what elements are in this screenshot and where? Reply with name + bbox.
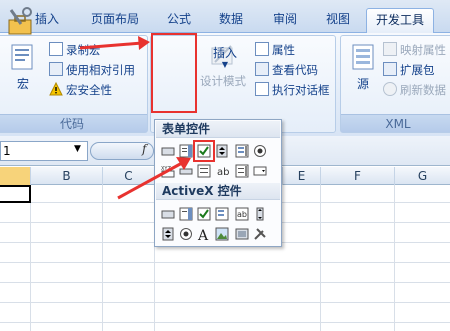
tab-review[interactable]: 审阅 xyxy=(262,8,308,33)
col-line xyxy=(320,185,321,331)
column-header-g[interactable]: G xyxy=(394,167,450,185)
col-line xyxy=(30,185,31,331)
activex-spin-icon[interactable] xyxy=(161,227,175,241)
row-line xyxy=(0,282,450,283)
activex-label-icon[interactable]: A xyxy=(197,227,211,241)
active-cell[interactable] xyxy=(0,185,31,203)
xml-source-label: 源 xyxy=(356,77,369,91)
fx-icon[interactable]: f xyxy=(142,142,146,156)
svg-text:A: A xyxy=(197,228,209,241)
row-line xyxy=(0,322,450,323)
activex-image-icon[interactable] xyxy=(215,227,229,241)
tab-view[interactable]: 视图 xyxy=(316,8,360,33)
activex-controls-header: ActiveX 控件 xyxy=(156,183,280,200)
toolbox-icon xyxy=(8,7,32,35)
run-dialog-button[interactable]: 执行对话框 xyxy=(255,80,330,100)
col-line xyxy=(394,185,395,331)
activex-toggle-icon[interactable] xyxy=(235,227,249,241)
svg-text:ab: ab xyxy=(237,210,247,219)
run-dialog-label: 执行对话框 xyxy=(272,83,330,97)
checkbox-highlight-box xyxy=(193,140,215,162)
group-box-icon[interactable]: XYZ xyxy=(161,164,175,178)
insert-control-label: 插入 xyxy=(212,46,237,60)
tab-developer[interactable]: 开发工具 xyxy=(366,8,434,33)
refresh-icon xyxy=(383,82,397,96)
row-line xyxy=(0,262,450,263)
tab-page-layout[interactable]: 页面布局 xyxy=(80,8,150,33)
refresh-data-label: 刷新数据 xyxy=(400,83,446,97)
ribbon-tab-bar: 插入 页面布局 公式 数据 审阅 视图 开发工具 xyxy=(0,0,450,33)
macro-security-label: 宏安全性 xyxy=(66,83,112,97)
form-controls-header: 表单控件 xyxy=(156,121,280,138)
macro-security-button[interactable]: 宏安全性 xyxy=(49,80,112,100)
chevron-down-icon: ▼ xyxy=(221,60,229,69)
svg-text:ab: ab xyxy=(217,167,229,178)
column-header-a[interactable] xyxy=(0,167,30,185)
col-line xyxy=(102,185,103,331)
column-header-c[interactable]: C xyxy=(102,167,154,185)
activex-scrollbar-icon[interactable] xyxy=(253,207,267,221)
code-group-label: 代码 xyxy=(0,114,147,132)
activex-option-icon[interactable] xyxy=(179,227,193,241)
button-icon[interactable] xyxy=(161,144,175,158)
column-header-e[interactable]: E xyxy=(282,167,320,185)
spin-button-icon[interactable] xyxy=(215,144,229,158)
combo-box-icon[interactable] xyxy=(179,144,193,158)
warning-icon xyxy=(49,81,63,96)
more-controls-icon[interactable] xyxy=(253,227,267,241)
label-icon[interactable]: ab xyxy=(217,164,231,178)
activex-textbox-icon[interactable]: ab xyxy=(235,207,249,221)
design-mode-label: 设计模式 xyxy=(200,74,246,88)
activex-combo-icon[interactable] xyxy=(179,207,193,221)
command-button-icon[interactable] xyxy=(161,207,175,221)
list-box-icon[interactable] xyxy=(235,144,249,158)
tab-formulas[interactable]: 公式 xyxy=(156,8,202,33)
activex-checkbox-icon[interactable] xyxy=(197,207,211,221)
refresh-data-button[interactable]: 刷新数据 xyxy=(383,80,446,100)
insert-controls-dropdown: 表单控件 XYZ ab ActiveX 控件 ab A xyxy=(154,119,282,247)
tab-data[interactable]: 数据 xyxy=(208,8,254,33)
activex-listbox-icon[interactable] xyxy=(215,207,229,221)
xml-group-label: XML xyxy=(341,114,450,132)
text-field-icon[interactable] xyxy=(197,164,211,178)
insert-highlight-box xyxy=(151,33,197,113)
column-header-f[interactable]: F xyxy=(320,167,394,185)
insert-control-button[interactable]: 插入 ▼ xyxy=(0,0,237,74)
option-button-icon[interactable] xyxy=(253,144,267,158)
macros-label: 宏 xyxy=(16,77,29,91)
combo-drop-edit-icon[interactable] xyxy=(253,164,267,178)
row-line xyxy=(0,302,450,303)
combo-list-edit-icon[interactable] xyxy=(235,164,249,178)
run-dialog-icon xyxy=(255,82,269,96)
chevron-down-icon[interactable]: ▼ xyxy=(74,144,81,154)
column-header-b[interactable]: B xyxy=(30,167,102,185)
scroll-bar-icon[interactable] xyxy=(179,164,193,178)
